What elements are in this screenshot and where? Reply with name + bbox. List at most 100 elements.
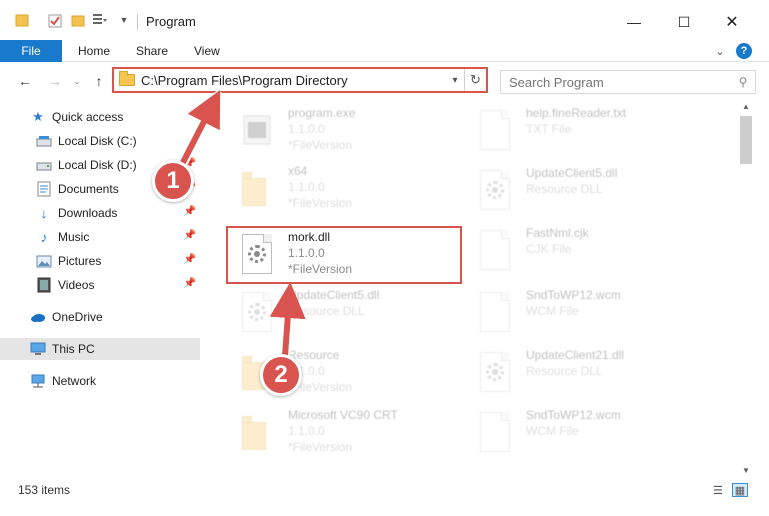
expand-ribbon-icon[interactable]: ⌄	[712, 43, 728, 59]
sidebar-item-local-disk-c[interactable]: Local Disk (C:)	[36, 130, 200, 152]
file-name: UpdateClient5.dll	[288, 288, 380, 302]
file-item-sndtowp12-wcm[interactable]: SndToWP12.wcm WCM File	[462, 284, 702, 342]
generic-file-icon	[480, 412, 510, 452]
folder-item-microsoft-vc90-crt[interactable]: Microsoft VC90 CRT 1.1.0.0 *FileVersion	[224, 404, 464, 462]
scroll-up-icon[interactable]: ▲	[738, 100, 754, 114]
download-icon: ↓	[40, 205, 48, 221]
sidebar-item-onedrive[interactable]: OneDrive	[30, 306, 200, 328]
address-path[interactable]: C:\Program Files\Program Directory	[141, 73, 446, 88]
drive-icon	[36, 133, 52, 149]
folder-item-x64[interactable]: x64 1.1.0.0 *FileVersion	[224, 160, 464, 218]
file-name: Microsoft VC90 CRT	[288, 408, 398, 422]
file-name: FastNml.cjk	[526, 226, 589, 240]
sidebar-item-network[interactable]: Network	[30, 370, 200, 392]
address-dropdown-icon[interactable]: ▾	[446, 75, 464, 86]
refresh-icon[interactable]: ↻	[464, 69, 486, 91]
file-item-sndtowp12-wcm-2[interactable]: SndToWP12.wcm WCM File	[462, 404, 702, 462]
sidebar-item-videos[interactable]: Videos 📌	[36, 274, 200, 296]
file-item-updateclient21-dll[interactable]: UpdateClient21.dll Resource DLL	[462, 344, 702, 402]
sidebar-item-downloads[interactable]: ↓ Downloads 📌	[36, 202, 200, 224]
up-arrow-icon[interactable]: ↑	[90, 72, 108, 90]
sidebar-item-quick-access[interactable]: ★ Quick access	[30, 106, 200, 128]
pin-icon[interactable]: 📌	[184, 254, 196, 265]
search-input[interactable]	[501, 74, 731, 90]
minimize-button[interactable]: —	[614, 8, 654, 36]
search-icon[interactable]: ⚲	[731, 75, 755, 89]
details-view-icon[interactable]: ☰	[710, 483, 726, 497]
file-item-fastnml-cjk[interactable]: FastNml.cjk CJK File	[462, 222, 702, 280]
videos-icon	[36, 277, 52, 293]
generic-file-icon	[480, 292, 510, 332]
close-button[interactable]: ✕	[712, 8, 752, 36]
sidebar-item-music[interactable]: ♪ Music 📌	[36, 226, 200, 248]
file-explorer-window: ▼ Program — ☐ ✕ File Home Share View ⌄ ?…	[0, 0, 769, 516]
scroll-thumb[interactable]	[740, 116, 752, 164]
file-name: help.fineReader.txt	[526, 106, 627, 120]
item-count: 153 items	[18, 483, 71, 497]
properties-checkmark-icon[interactable]	[46, 12, 64, 30]
customize-toolbar-icon[interactable]	[90, 12, 110, 28]
star-icon: ★	[32, 109, 44, 124]
quick-access-dropdown-icon[interactable]: ▼	[118, 12, 130, 28]
vertical-scrollbar[interactable]: ▲ ▼	[738, 100, 754, 476]
file-version: 1.1.0.0	[288, 180, 325, 194]
file-type: CJK File	[526, 242, 572, 256]
pin-icon[interactable]: 📌	[184, 206, 196, 217]
tab-home[interactable]: Home	[78, 40, 110, 62]
new-folder-icon[interactable]	[70, 12, 86, 28]
sidebar-item-label: Videos	[58, 278, 95, 292]
dll-file-icon	[480, 170, 510, 210]
folder-icon	[242, 412, 272, 452]
text-file-icon	[480, 110, 510, 150]
sidebar-item-pictures[interactable]: Pictures 📌	[36, 250, 200, 272]
sidebar-item-label: Pictures	[58, 254, 102, 268]
ribbon-tabs: File Home Share View ⌄ ?	[0, 40, 769, 62]
forward-arrow-icon[interactable]: →	[46, 72, 64, 90]
file-type: Resource DLL	[288, 304, 365, 318]
tab-view[interactable]: View	[194, 40, 220, 62]
pictures-icon	[36, 253, 52, 269]
window-title: Program	[146, 14, 196, 29]
file-name: x64	[288, 164, 308, 178]
address-folder-icon	[119, 71, 135, 86]
file-name: SndToWP12.wcm	[526, 408, 621, 422]
maximize-button[interactable]: ☐	[664, 8, 704, 36]
help-icon[interactable]: ?	[736, 43, 752, 59]
music-icon: ♪	[40, 229, 48, 245]
folder-icon	[242, 168, 272, 208]
sidebar-item-label: Music	[58, 230, 90, 244]
dll-file-icon	[480, 352, 510, 392]
sidebar-item-label: Network	[52, 374, 97, 388]
file-item-updateclient5-dll[interactable]: UpdateClient5.dll Resource DLL	[224, 284, 464, 342]
sidebar-item-label: Local Disk (D:)	[58, 158, 137, 172]
file-name: UpdateClient5.dll	[526, 166, 618, 180]
sidebar-item-label: Local Disk (C:)	[58, 134, 137, 148]
file-type: WCM File	[526, 424, 579, 438]
drive-icon	[36, 157, 52, 173]
tab-share[interactable]: Share	[136, 40, 168, 62]
tab-file[interactable]: File	[0, 40, 62, 62]
status-bar: 153 items ☰ ▦	[0, 476, 769, 516]
address-bar[interactable]: C:\Program Files\Program Directory ▾ ↻	[112, 67, 488, 93]
step-1-badge: 1	[152, 160, 194, 202]
file-version: 1.1.0.0	[288, 122, 325, 136]
sidebar-item-label: Downloads	[58, 206, 118, 220]
tiles-view-icon[interactable]: ▦	[732, 483, 748, 497]
sidebar-item-this-pc[interactable]: This PC	[0, 338, 200, 360]
search-box[interactable]: ⚲	[500, 70, 756, 94]
pin-icon[interactable]: 📌	[184, 230, 196, 241]
pin-icon[interactable]: 📌	[184, 278, 196, 289]
file-highlight-box	[226, 226, 462, 284]
back-arrow-icon[interactable]: ←	[16, 72, 34, 90]
app-folder-icon[interactable]	[14, 12, 30, 28]
file-item-program-exe[interactable]: program.exe 1.1.0.0 *FileVersion	[224, 102, 464, 160]
exe-icon	[242, 110, 272, 150]
sidebar-item-label: Documents	[58, 182, 119, 196]
recent-locations-icon[interactable]: ⌄	[68, 72, 86, 90]
file-type: TXT File	[526, 122, 572, 136]
file-name: SndToWP12.wcm	[526, 288, 621, 302]
file-version-label: *FileVersion	[288, 138, 353, 152]
file-item-updateclient5-dll-2[interactable]: UpdateClient5.dll Resource DLL	[462, 162, 702, 220]
documents-icon	[36, 181, 52, 197]
file-item-help-txt[interactable]: help.fineReader.txt TXT File	[462, 102, 702, 160]
